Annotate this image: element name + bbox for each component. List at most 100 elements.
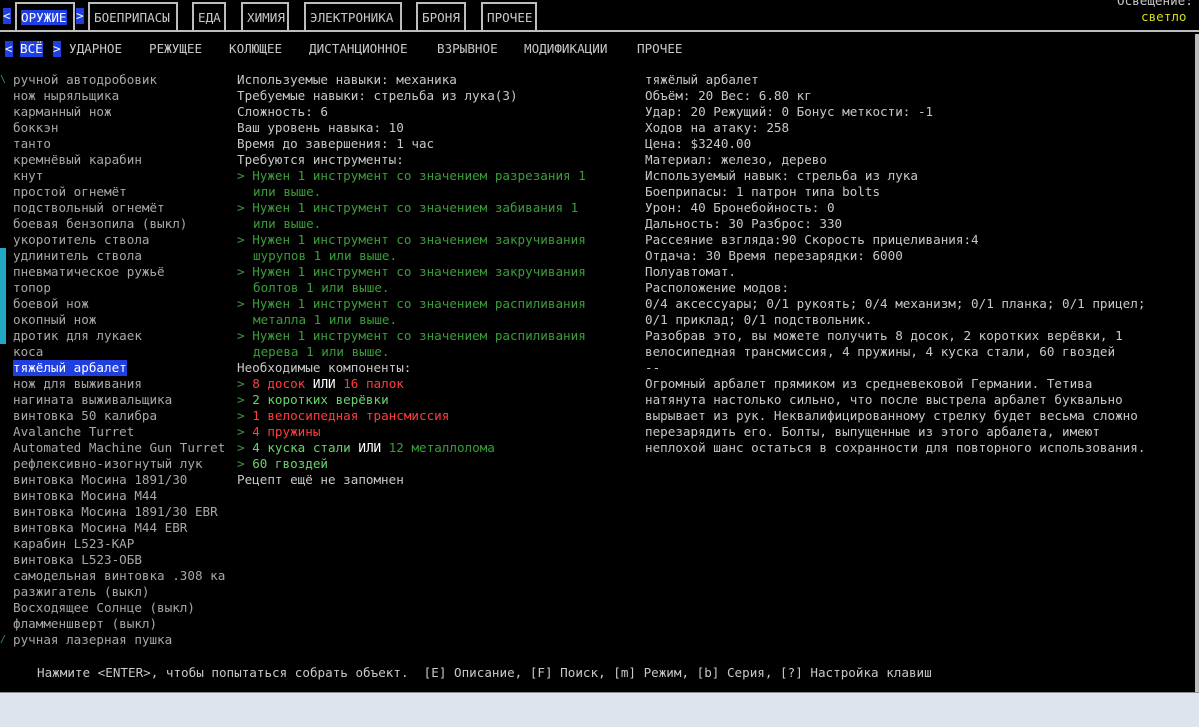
tab-chemistry[interactable]: ХИМИЯ [241, 2, 289, 30]
detail-item-name: тяжёлый арбалет [645, 72, 759, 87]
tool-requirement-cont: болтов 1 или выше. [253, 280, 389, 296]
difficulty: Сложность: 6 [237, 104, 328, 119]
list-item[interactable]: окопный нож [13, 312, 96, 328]
tool-requirement-text: Нужен 1 инструмент со значением распилив… [252, 328, 586, 343]
list-item[interactable]: карабин L523-КАР [13, 536, 134, 552]
list-item[interactable]: Восходящее Солнце (выкл) [13, 600, 195, 616]
tool-requirement: > Нужен 1 инструмент со значением распил… [237, 328, 586, 344]
components-header: Необходимые компоненты: [237, 360, 412, 375]
list-item[interactable]: нагината выживальщика [13, 392, 172, 408]
list-item[interactable]: рефлексивно-изогнутый лук [13, 456, 203, 472]
list-item[interactable]: простой огнемёт [13, 184, 127, 200]
list-scrollbar[interactable] [0, 248, 6, 344]
list-item[interactable]: фламменшверт (выкл) [13, 616, 157, 632]
prev-category-arrow[interactable]: < [3, 8, 11, 24]
component-option: 60 гвоздей [252, 456, 329, 471]
list-item[interactable]: топор [13, 280, 51, 296]
tool-requirement-cont: или выше. [253, 184, 321, 200]
window-frame-right [1195, 34, 1199, 693]
tab-electronics[interactable]: ЭЛЕКТРОНИКА [304, 2, 402, 30]
tab-armor[interactable]: БРОНЯ [416, 2, 466, 30]
detail-line: Расположение модов: [645, 280, 790, 295]
detail-line: -- [645, 360, 661, 375]
detail-line: Разобрав это, вы можете получить 8 досок… [645, 328, 1123, 343]
list-item[interactable]: кнут [13, 168, 43, 184]
subtab-ranged[interactable]: ДИСТАНЦИОННОЕ [309, 41, 408, 57]
list-item[interactable]: винтовка Мосина М44 [13, 488, 157, 504]
list-item[interactable]: пневматическое ружьё [13, 264, 165, 280]
tab-armor-label: БРОНЯ [422, 10, 460, 25]
component-option: 4 пружины [252, 424, 321, 439]
subtab-explosive[interactable]: ВЗРЫВНОЕ [437, 41, 498, 57]
list-item[interactable]: Automated Machine Gun Turret [13, 440, 225, 456]
scroll-bottom-indicator: / [0, 634, 7, 645]
list-item[interactable]: кремнёвый карабин [13, 152, 142, 168]
list-item[interactable]: разжигатель (выкл) [13, 584, 149, 600]
list-item[interactable]: боевая бензопила (выкл) [13, 216, 187, 232]
detail-line: Отдача: 30 Время перезарядки: 6000 [645, 248, 903, 263]
detail-line: Используемый навык: стрельба из лука [645, 168, 918, 183]
list-item[interactable]: Avalanche Turret [13, 424, 134, 440]
list-item[interactable]: винтовка Мосина 1891/30 [13, 472, 187, 488]
list-item[interactable]: боккэн [13, 120, 59, 136]
component-option: 8 досок [252, 376, 306, 391]
list-item[interactable]: удлинитель ствола [13, 248, 142, 264]
component-option: 12 металлолома [388, 440, 495, 455]
tab-other[interactable]: ПРОЧЕЕ [481, 2, 537, 30]
used-skills: Используемые навыки: механика [237, 72, 457, 87]
detail-line: Боеприпасы: 1 патрон типа bolts [645, 184, 881, 199]
tool-requirement: > Нужен 1 инструмент со значением закруч… [237, 232, 586, 248]
key-hints: Нажмите <ENTER>, чтобы попытаться собрат… [37, 665, 932, 680]
component-bullet: > [237, 440, 245, 455]
list-item[interactable]: винтовка Мосина 1891/30 EBR [13, 504, 218, 520]
detail-line: Дальность: 30 Разброс: 330 [645, 216, 843, 231]
subtab-mods[interactable]: МОДИФИКАЦИИ [524, 41, 607, 57]
subtab-all[interactable]: ВСЁ [20, 41, 43, 57]
list-item[interactable]: карманный нож [13, 104, 112, 120]
prev-subcategory-arrow[interactable]: < [5, 41, 13, 57]
detail-line: натянута настолько сильно, что после выс… [645, 392, 1123, 407]
subtab-stab[interactable]: КОЛЮЩЕЕ [229, 41, 282, 57]
required-skills: Требуемые навыки: стрельба из лука(3) [237, 88, 518, 103]
component-bullet: > [237, 424, 245, 439]
list-item[interactable]: танто [13, 136, 51, 152]
tab-weapons[interactable]: ОРУЖИЕ [15, 2, 75, 30]
tool-requirement-cont: дерева 1 или выше. [253, 344, 389, 360]
subtab-bash[interactable]: УДАРНОЕ [69, 41, 122, 57]
tab-food[interactable]: ЕДА [192, 2, 226, 30]
tools-header: Требуются инструменты: [237, 152, 404, 167]
detail-line: Объём: 20 Вес: 6.80 кг [645, 88, 812, 103]
list-item[interactable]: укоротитель ствола [13, 232, 149, 248]
list-item[interactable]: винтовка 50 калибра [13, 408, 157, 424]
component-option: 16 палок [343, 376, 404, 391]
component-row: > 4 куска стали ИЛИ 12 металлолома [237, 440, 495, 456]
tool-requirement-text: или выше. [253, 184, 322, 199]
list-item[interactable]: дротик для лукаек [13, 328, 142, 344]
craft-time: Время до завершения: 1 час [237, 136, 435, 151]
next-subcategory-arrow[interactable]: > [53, 41, 61, 57]
list-item[interactable]: самодельная винтовка .308 ка [13, 568, 225, 584]
detail-line: велосипедная трансмиссия, 4 пружины, 4 к… [645, 344, 1116, 359]
tab-electronics-label: ЭЛЕКТРОНИКА [310, 10, 394, 25]
component-row: > 60 гвоздей [237, 456, 328, 472]
list-item[interactable]: винтовка Мосина М44 EBR [13, 520, 187, 536]
list-item[interactable]: винтовка L523-ОБВ [13, 552, 142, 568]
list-item[interactable]: ручная лазерная пушка [13, 632, 172, 648]
or-separator: ИЛИ [358, 440, 382, 455]
tool-requirement-text: Нужен 1 инструмент со значением разрезан… [252, 168, 586, 183]
tab-ammo[interactable]: БОЕПРИПАСЫ [88, 2, 178, 30]
list-item[interactable]: нож для выживания [13, 376, 142, 392]
tool-requirement-text: Нужен 1 инструмент со значением распилив… [252, 296, 586, 311]
list-item[interactable]: нож ныряльщика [13, 88, 119, 104]
subtab-other[interactable]: ПРОЧЕЕ [637, 41, 683, 57]
list-item[interactable]: боевой нож [13, 296, 89, 312]
tool-requirement-cont: шурупов 1 или выше. [253, 248, 397, 264]
list-item[interactable]: ручной автодробовик [13, 72, 157, 88]
list-item[interactable]: подствольный огнемёт [13, 200, 165, 216]
list-item-selected[interactable]: тяжёлый арбалет [13, 360, 127, 376]
tool-requirement: > Нужен 1 инструмент со значением разрез… [237, 168, 586, 184]
subtab-cut[interactable]: РЕЖУЩЕЕ [149, 41, 202, 57]
next-category-arrow[interactable]: > [76, 8, 84, 24]
detail-line: Удар: 20 Режущий: 0 Бонус меткости: -1 [645, 104, 934, 119]
list-item[interactable]: коса [13, 344, 43, 360]
